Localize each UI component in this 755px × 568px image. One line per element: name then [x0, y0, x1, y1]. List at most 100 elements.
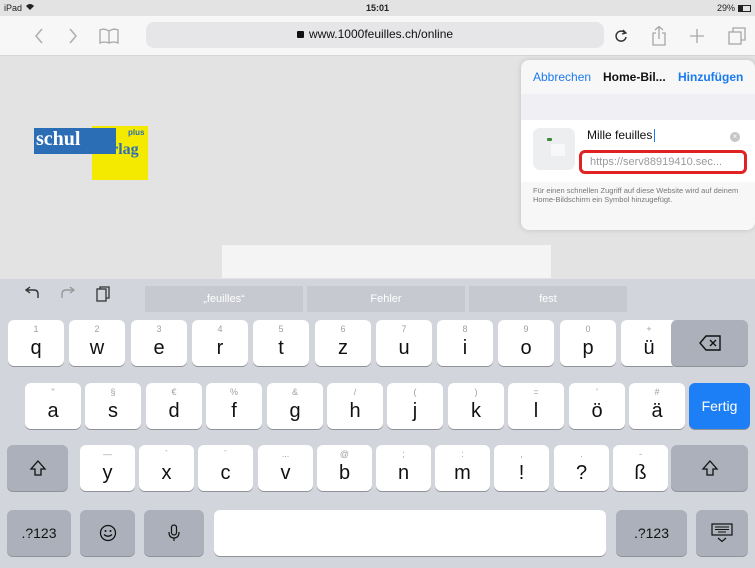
numbers-key-left[interactable]: .?123	[7, 510, 71, 556]
key-label: ü	[643, 337, 655, 359]
shift-key-left[interactable]	[7, 445, 68, 491]
microphone-icon	[144, 510, 204, 556]
redo-icon[interactable]	[60, 286, 76, 305]
key-secondary-label: (	[413, 387, 417, 397]
url-field-highlighted[interactable]: https://serv88919410.sec...	[579, 150, 747, 174]
dictation-key[interactable]	[144, 510, 204, 556]
logo-plus-text: plus	[128, 128, 145, 137]
key-label: s	[108, 400, 118, 422]
cancel-button[interactable]: Abbrechen	[533, 70, 591, 84]
key-row3-5[interactable]: ; n	[376, 445, 431, 491]
clear-icon[interactable]: ×	[730, 132, 740, 142]
key-row1-8[interactable]: 9o	[498, 320, 554, 366]
numbers-key-right-label: .?123	[633, 525, 670, 541]
space-key[interactable]	[214, 510, 606, 556]
key-label: o	[520, 337, 532, 359]
key-row2-8[interactable]: = l	[508, 383, 564, 429]
key-secondary-label: ;	[402, 449, 405, 459]
key-row3-4[interactable]: @ b	[317, 445, 372, 491]
keyboard-hide-icon	[696, 510, 748, 556]
popover-spacer	[521, 94, 755, 120]
key-row1-0[interactable]: 1q	[8, 320, 64, 366]
key-row2-2[interactable]: € d	[146, 383, 202, 429]
key-row1-3[interactable]: 4r	[192, 320, 248, 366]
key-label: ö	[591, 400, 603, 422]
key-row1-10[interactable]: + ü	[621, 320, 677, 366]
key-row1-5[interactable]: 6z	[315, 320, 371, 366]
thumbnail-dot	[547, 138, 552, 141]
paste-clipboard-icon[interactable]	[96, 286, 110, 307]
status-bar: iPad 15:01 29%	[0, 0, 755, 16]
key-secondary-label: 4	[217, 324, 223, 334]
back-chevron-icon[interactable]	[28, 24, 50, 48]
key-label: e	[153, 337, 165, 359]
done-key[interactable]: Fertig	[689, 383, 750, 429]
forward-chevron-icon[interactable]	[62, 24, 84, 48]
done-key-label: Fertig	[701, 398, 738, 414]
key-secondary-label: )	[474, 387, 478, 397]
key-row3-1[interactable]: ` x	[139, 445, 194, 491]
key-secondary-label: .	[580, 449, 583, 459]
key-row3-2[interactable]: ´ c	[198, 445, 253, 491]
key-label: ä	[651, 400, 663, 422]
key-row2-7[interactable]: ) k	[448, 383, 504, 429]
key-label: r	[216, 337, 224, 359]
key-label: j	[412, 400, 418, 422]
key-row3-3[interactable]: ... v	[258, 445, 313, 491]
key-row3-0[interactable]: — y	[80, 445, 135, 491]
suggestion-bar: „feuilles“ Fehler fest	[0, 279, 755, 315]
key-row2-5[interactable]: / h	[327, 383, 383, 429]
hide-keyboard-key[interactable]	[696, 510, 748, 556]
key-label: f	[231, 400, 237, 422]
key-row2-4[interactable]: & g	[267, 383, 323, 429]
key-label: m	[454, 462, 471, 484]
suggestion-3[interactable]: fest	[469, 286, 627, 312]
backspace-key[interactable]	[671, 320, 748, 366]
add-button[interactable]: Hinzufügen	[678, 70, 743, 84]
tabs-overview-icon[interactable]	[726, 24, 748, 48]
name-field[interactable]: Mille feuilles	[587, 128, 656, 143]
key-row1-7[interactable]: 8i	[437, 320, 493, 366]
key-row2-6[interactable]: (j	[387, 383, 443, 429]
suggestion-1[interactable]: „feuilles“	[145, 286, 303, 312]
key-row3-7[interactable]: ,!	[494, 445, 549, 491]
key-row1-6[interactable]: 7u	[376, 320, 432, 366]
undo-icon[interactable]	[24, 286, 40, 305]
shift-key-right[interactable]	[671, 445, 748, 491]
key-row2-3[interactable]: % f	[206, 383, 262, 429]
key-label: !	[518, 462, 525, 484]
key-secondary-label: "	[51, 387, 55, 397]
key-row2-0[interactable]: " a	[25, 383, 81, 429]
key-secondary-label: %	[229, 387, 238, 397]
key-row2-1[interactable]: § s	[85, 383, 141, 429]
shift-icon	[671, 445, 748, 491]
key-secondary-label: 1	[33, 324, 39, 334]
battery-percent: 29%	[716, 3, 735, 13]
key-row3-9[interactable]: -ß	[613, 445, 668, 491]
key-row1-9[interactable]: 0p	[560, 320, 616, 366]
key-row2-9[interactable]: ' ö	[569, 383, 625, 429]
new-tab-plus-icon[interactable]	[686, 24, 708, 48]
bookmarks-book-icon[interactable]	[98, 24, 120, 48]
key-row1-4[interactable]: 5t	[253, 320, 309, 366]
share-icon[interactable]	[648, 24, 670, 48]
key-row1-1[interactable]: 2w	[69, 320, 125, 366]
key-secondary-label: 9	[523, 324, 529, 334]
address-bar[interactable]: www.1000feuilles.ch/online	[146, 22, 604, 48]
key-secondary-label: 2	[94, 324, 100, 334]
key-label: a	[47, 400, 59, 422]
site-icon-thumbnail	[533, 128, 575, 170]
key-row2-10[interactable]: # ä	[629, 383, 685, 429]
suggestion-2[interactable]: Fehler	[307, 286, 465, 312]
emoji-key[interactable]	[80, 510, 135, 556]
key-secondary-label: &	[291, 387, 298, 397]
clock: 15:01	[365, 3, 390, 13]
key-row1-2[interactable]: 3e	[131, 320, 187, 366]
key-row3-6[interactable]: :m	[435, 445, 490, 491]
numbers-key-right[interactable]: .?123	[616, 510, 687, 556]
key-secondary-label: 3	[156, 324, 162, 334]
key-row3-8[interactable]: .?	[554, 445, 609, 491]
key-label: w	[89, 337, 105, 359]
reload-icon[interactable]	[610, 24, 632, 48]
key-label: y	[102, 462, 113, 484]
